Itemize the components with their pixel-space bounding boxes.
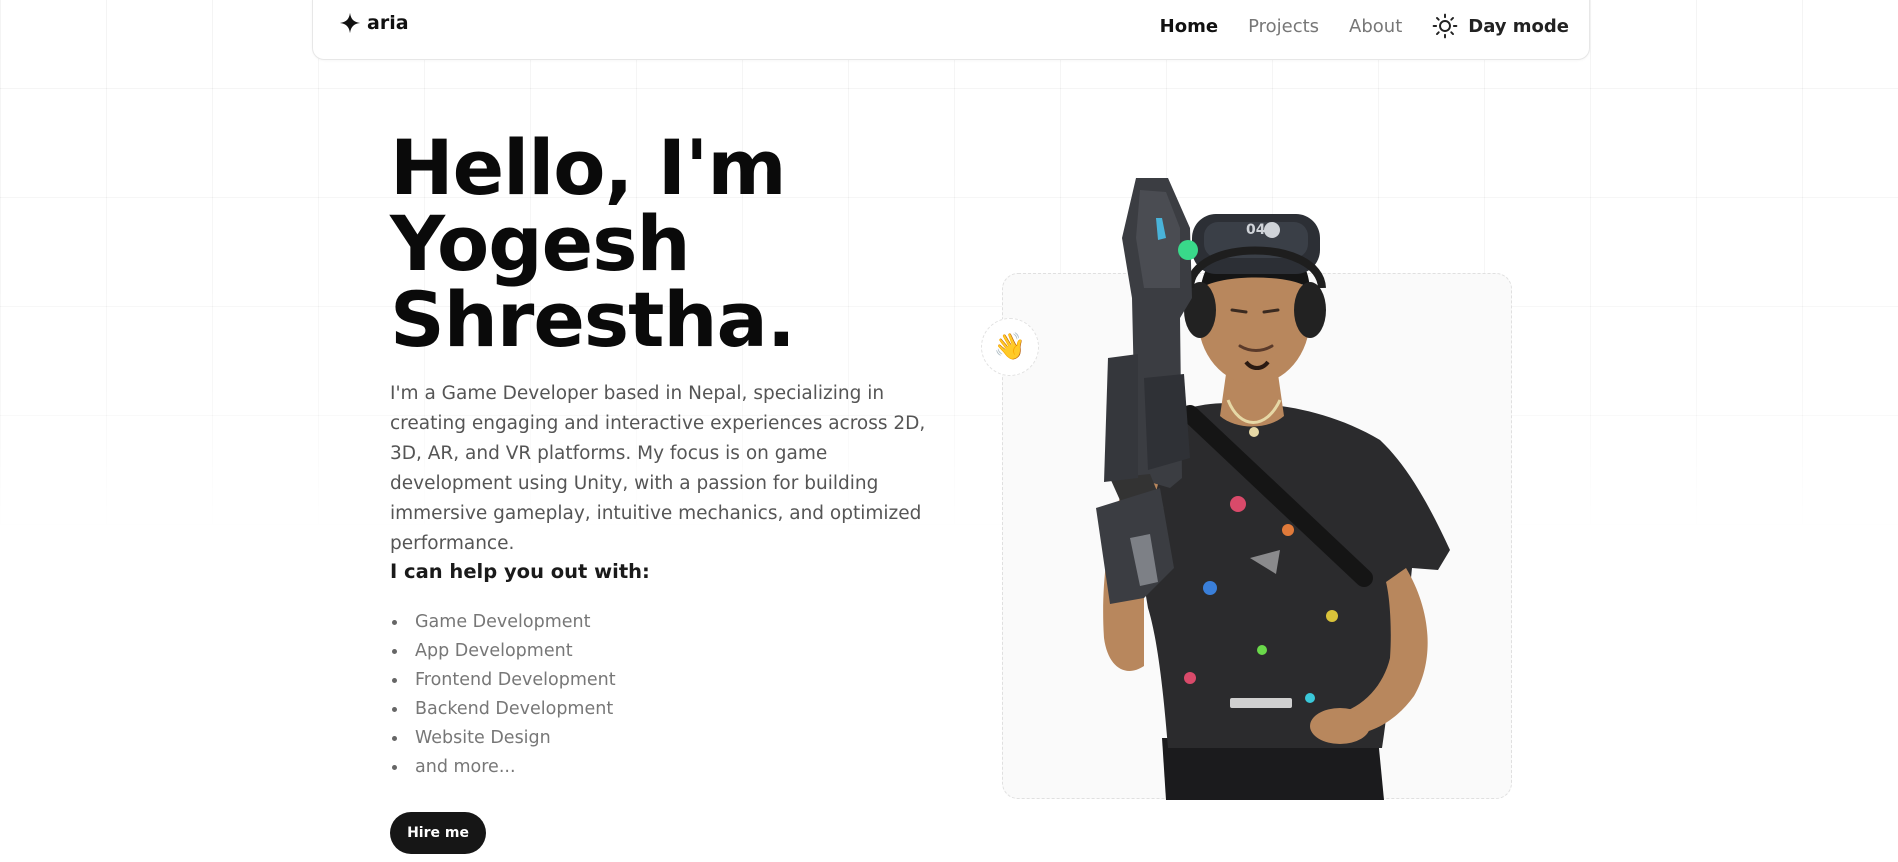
nav-about[interactable]: About xyxy=(1349,16,1402,37)
sun-icon xyxy=(1432,13,1458,39)
hero-title-line: Hello, I'm xyxy=(390,123,787,212)
waving-hand-icon: 👋 xyxy=(993,332,1027,362)
main-nav: Home Projects About Day mode xyxy=(1130,13,1569,39)
services-list: Game Development App Development Fronten… xyxy=(390,608,616,782)
sparkle-icon xyxy=(339,12,361,34)
list-item: Backend Development xyxy=(390,695,616,724)
list-item: Website Design xyxy=(390,724,616,753)
logo-text: aria xyxy=(367,12,409,34)
portrait-photo: 04 xyxy=(1096,178,1450,800)
nav-home[interactable]: Home xyxy=(1160,16,1218,37)
svg-text:04: 04 xyxy=(1246,222,1266,238)
intro-paragraph: I'm a Game Developer based in Nepal, spe… xyxy=(390,383,926,554)
day-mode-toggle[interactable]: Day mode xyxy=(1432,13,1569,39)
list-item: Frontend Development xyxy=(390,666,616,695)
hero-title: Hello, I'm Yogesh Shrestha. xyxy=(390,123,796,364)
nav-projects[interactable]: Projects xyxy=(1248,16,1319,37)
list-item: and more... xyxy=(390,753,616,782)
hero-title-line: Yogesh xyxy=(390,199,691,288)
site-header: aria Home Projects About Day mode xyxy=(312,0,1590,60)
hire-me-button[interactable]: Hire me xyxy=(390,812,486,854)
services-heading: I can help you out with: xyxy=(390,560,650,583)
hero-title-line: Shrestha. xyxy=(390,275,796,364)
wave-badge: 👋 xyxy=(981,318,1039,376)
logo[interactable]: aria xyxy=(339,12,409,34)
day-mode-label: Day mode xyxy=(1468,15,1569,37)
list-item: Game Development xyxy=(390,608,616,637)
list-item: App Development xyxy=(390,637,616,666)
